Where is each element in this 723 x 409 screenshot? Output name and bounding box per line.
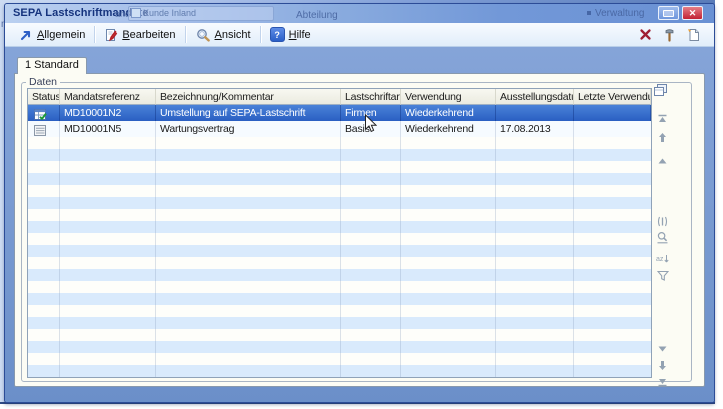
move-up-icon[interactable] xyxy=(655,131,670,144)
tab-standard[interactable]: 1 Standard xyxy=(17,57,87,74)
bearbeiten-label: Bearbeiten xyxy=(122,29,175,41)
mandate-plain-icon xyxy=(28,121,60,137)
content-panel: Daten StatusMandatsreferenzBezeichnung/K… xyxy=(14,73,705,387)
cell-ausstellungsdatum: 17.08.2013 xyxy=(496,121,574,137)
empty-row[interactable] xyxy=(28,317,651,329)
empty-row[interactable] xyxy=(28,353,651,365)
empty-row[interactable] xyxy=(28,197,651,209)
scroll-to-bottom-icon[interactable] xyxy=(655,375,670,388)
empty-row[interactable] xyxy=(28,281,651,293)
cell-lastschriftart: Basis xyxy=(341,121,401,137)
empty-row[interactable] xyxy=(28,257,651,269)
bullet-icon xyxy=(587,11,591,15)
empty-row[interactable] xyxy=(28,209,651,221)
table-row-selected[interactable]: MD10001N2Umstellung auf SEPA-Lastschrift… xyxy=(28,105,651,121)
ansicht-button[interactable]: Ansicht xyxy=(189,26,257,44)
empty-row[interactable] xyxy=(28,245,651,257)
new-document-icon[interactable] xyxy=(687,28,700,42)
mandate-active-icon xyxy=(28,105,60,121)
column-header-letzte-verwendung[interactable]: Letzte Verwendung xyxy=(574,89,651,105)
background-abteilung-label: Abteilung xyxy=(296,10,338,21)
background-checkbox xyxy=(131,8,141,18)
grid-header-row: StatusMandatsreferenzBezeichnung/Komment… xyxy=(28,89,651,105)
grid-side-rail: az xyxy=(655,97,671,381)
background-verwaltung-label: Verwaltung xyxy=(587,8,644,19)
cell-lastschriftart: Firmen xyxy=(341,105,401,121)
cell-mandatsreferenz: MD10001N5 xyxy=(60,121,156,137)
toolbar: Allgemein Bearbeiten Ansicht xyxy=(5,23,714,47)
close-icon: ✕ xyxy=(689,9,697,18)
allgemein-button[interactable]: Allgemein xyxy=(14,26,91,43)
cancel-icon[interactable] xyxy=(639,28,652,41)
search-icon[interactable] xyxy=(655,231,670,244)
magnifier-page-icon xyxy=(195,28,211,42)
empty-row[interactable] xyxy=(28,365,651,377)
svg-text:az: az xyxy=(656,256,664,263)
minimize-icon xyxy=(663,10,674,17)
column-header-lastschriftart[interactable]: Lastschriftart xyxy=(341,89,401,105)
cell-ausstellungsdatum xyxy=(496,105,574,121)
hilfe-label: Hilfe xyxy=(289,29,311,41)
table-row[interactable]: MD10001N5WartungsvertragBasisWiederkehre… xyxy=(28,121,651,137)
hilfe-button[interactable]: ? Hilfe xyxy=(264,25,317,44)
empty-row[interactable] xyxy=(28,221,651,233)
column-chooser-icon[interactable] xyxy=(653,83,669,98)
empty-row[interactable] xyxy=(28,269,651,281)
fit-column-width-icon[interactable] xyxy=(655,215,670,228)
sepa-mandates-window: SEPA Lastschriftmandate and Kunde Inland… xyxy=(4,3,715,403)
arrow-up-right-icon xyxy=(20,28,33,41)
step-up-icon[interactable] xyxy=(655,154,670,167)
edit-page-icon xyxy=(104,28,118,42)
column-header-bezeichnung-kommentar[interactable]: Bezeichnung/Kommentar xyxy=(156,89,341,105)
background-field: Kunde Inland xyxy=(128,6,274,21)
empty-row[interactable] xyxy=(28,233,651,245)
daten-groupbox: Daten StatusMandatsreferenzBezeichnung/K… xyxy=(21,82,692,382)
toolbar-separator xyxy=(260,26,261,43)
empty-row[interactable] xyxy=(28,305,651,317)
close-button[interactable]: ✕ xyxy=(682,6,703,20)
titlebar[interactable]: SEPA Lastschriftmandate and Kunde Inland… xyxy=(5,4,714,23)
bearbeiten-button[interactable]: Bearbeiten xyxy=(98,26,181,44)
column-header-mandatsreferenz[interactable]: Mandatsreferenz xyxy=(60,89,156,105)
sort-icon[interactable]: az xyxy=(655,253,670,266)
mandates-grid: StatusMandatsreferenzBezeichnung/Komment… xyxy=(27,88,652,378)
empty-row[interactable] xyxy=(28,149,651,161)
toolbar-separator xyxy=(185,26,186,43)
cell-verwendung: Wiederkehrend xyxy=(401,121,496,137)
step-down-icon[interactable] xyxy=(655,342,670,355)
empty-row[interactable] xyxy=(28,173,651,185)
column-header-verwendung[interactable]: Verwendung xyxy=(401,89,496,105)
cell-bezeichnung-kommentar: Wartungsvertrag xyxy=(156,121,341,137)
empty-row[interactable] xyxy=(28,293,651,305)
minimize-button[interactable] xyxy=(658,6,679,20)
move-down-icon[interactable] xyxy=(655,359,670,372)
cell-letzte-verwendung xyxy=(574,121,651,137)
empty-row[interactable] xyxy=(28,329,651,341)
window-body: 1 Standard Daten StatusMandatsreferenzBe… xyxy=(5,47,714,402)
cell-verwendung: Wiederkehrend xyxy=(401,105,496,121)
groupbox-label: Daten xyxy=(26,76,60,88)
column-header-ausstellungsdatum[interactable]: Ausstellungsdatum xyxy=(496,89,574,105)
hammer-icon[interactable] xyxy=(663,28,676,42)
help-icon: ? xyxy=(270,27,285,42)
empty-row[interactable] xyxy=(28,137,651,149)
allgemein-label: Allgemein xyxy=(37,29,85,41)
cell-mandatsreferenz: MD10001N2 xyxy=(60,105,156,121)
cell-letzte-verwendung xyxy=(574,105,651,121)
scroll-to-top-icon[interactable] xyxy=(655,112,670,125)
empty-row[interactable] xyxy=(28,341,651,353)
cell-bezeichnung-kommentar: Umstellung auf SEPA-Lastschrift xyxy=(156,105,341,121)
column-header-status[interactable]: Status xyxy=(28,89,60,105)
empty-row[interactable] xyxy=(28,185,651,197)
filter-icon[interactable] xyxy=(655,269,670,282)
toolbar-separator xyxy=(94,26,95,43)
ansicht-label: Ansicht xyxy=(215,29,251,41)
empty-row[interactable] xyxy=(28,161,651,173)
